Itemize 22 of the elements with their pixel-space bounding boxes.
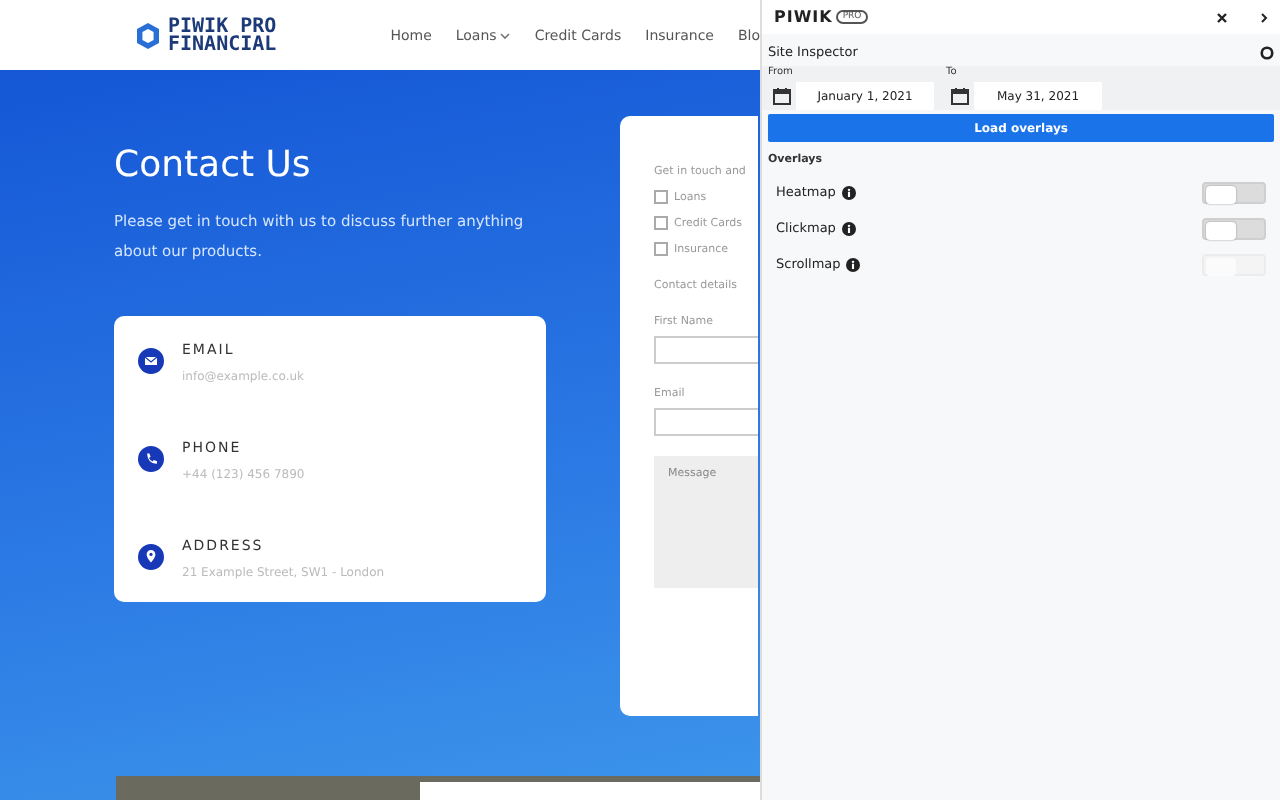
page-heading: Contact Us [114,144,313,186]
phone-icon [138,446,164,472]
checkbox[interactable] [654,242,668,256]
info-icon[interactable] [841,185,856,199]
info-icon[interactable] [841,221,856,235]
toggle-switch[interactable] [1202,181,1266,203]
hexagon-logo-icon [136,21,160,49]
info-icon[interactable] [846,257,861,271]
map-pin-icon [138,544,164,570]
input-field[interactable] [654,408,758,436]
logo-text: FINANCIAL [168,35,277,53]
close-icon[interactable] [1216,11,1228,23]
chevron-icon[interactable] [1260,11,1268,23]
toggle-switch[interactable] [1202,217,1266,239]
checkbox[interactable] [654,190,668,204]
envelope-icon [138,348,164,374]
input-field[interactable] [654,336,758,364]
settings-icon[interactable] [1260,45,1274,59]
caret-icon[interactable] [500,31,511,39]
checkbox[interactable] [654,216,668,230]
brand-logo: PIWIK [774,8,833,26]
logo-text: PIWIK PRO [168,17,277,35]
